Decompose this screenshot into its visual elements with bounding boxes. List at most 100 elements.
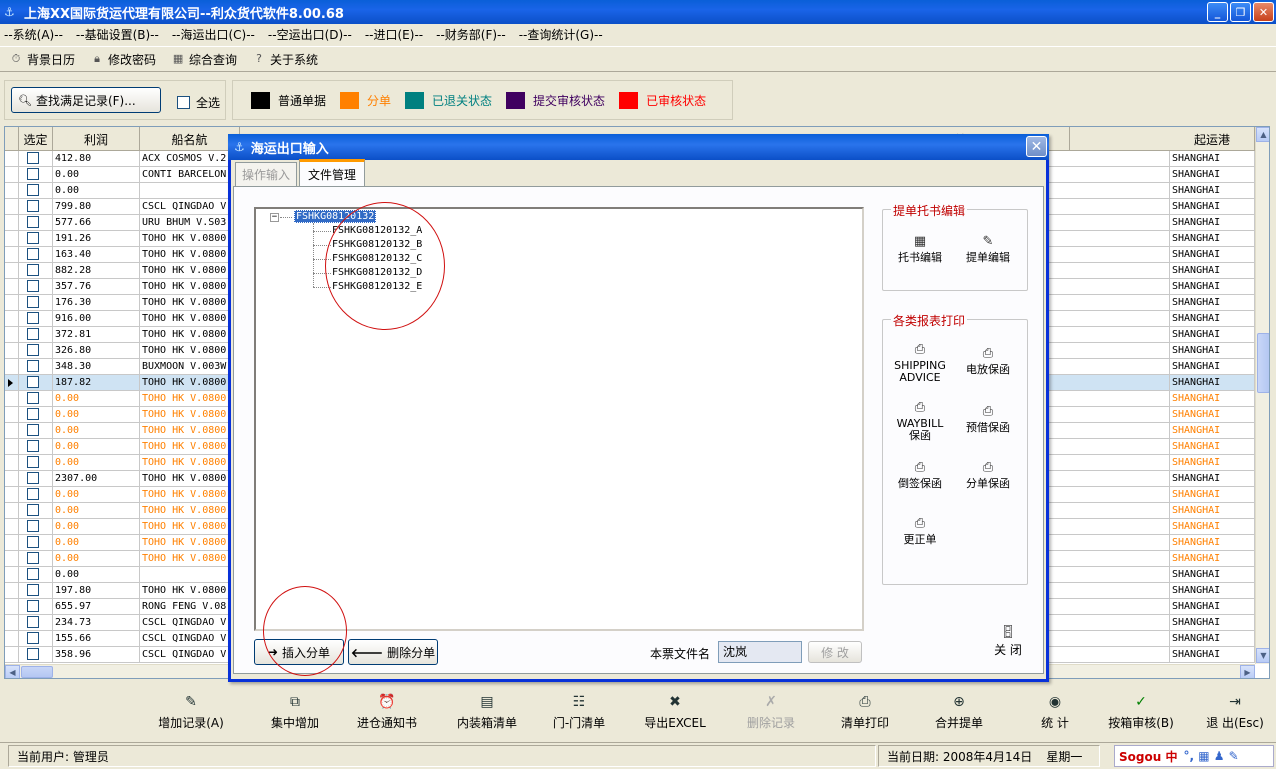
- row-checkbox[interactable]: [27, 296, 39, 308]
- bottom-stats-button[interactable]: ◉ 统 计: [1012, 688, 1098, 736]
- dialog-close-button[interactable]: ✕: [1026, 136, 1047, 157]
- col-ship[interactable]: 船名航: [140, 127, 240, 151]
- row-indicator: [5, 167, 19, 183]
- close-window-button[interactable]: ✕: [1253, 2, 1274, 22]
- profit-cell: 0.00: [53, 183, 140, 199]
- delete-house-bill-button[interactable]: 🡐 删除分单: [348, 639, 438, 665]
- row-checkbox[interactable]: [27, 200, 39, 212]
- bottom-add-record-button[interactable]: ✎ 增加记录(A): [148, 688, 234, 736]
- col-select[interactable]: 选定: [19, 127, 53, 151]
- row-checkbox[interactable]: [27, 344, 39, 356]
- row-checkbox[interactable]: [27, 472, 39, 484]
- row-checkbox[interactable]: [27, 552, 39, 564]
- menu-query-stats[interactable]: --查询统计(G)--: [519, 26, 603, 43]
- row-checkbox[interactable]: [27, 584, 39, 596]
- horizontal-scroll-thumb[interactable]: [21, 666, 53, 678]
- row-checkbox[interactable]: [27, 376, 39, 388]
- row-checkbox[interactable]: [27, 392, 39, 404]
- select-all[interactable]: 全选: [177, 94, 220, 111]
- row-checkbox[interactable]: [27, 168, 39, 180]
- advance-bill-button[interactable]: ⎙ 预借保函: [955, 405, 1021, 434]
- row-checkbox[interactable]: [27, 312, 39, 324]
- profit-cell: 326.80: [53, 343, 140, 359]
- row-checkbox[interactable]: [27, 184, 39, 196]
- backdate-guarantee-button[interactable]: ⎙ 倒签保函: [887, 461, 953, 490]
- menu-sea-export[interactable]: --海运出口(C)--: [172, 26, 255, 43]
- bottom-exit-button[interactable]: ⇥ 退 出(Esc): [1192, 688, 1276, 736]
- row-checkbox[interactable]: [27, 248, 39, 260]
- menu-import[interactable]: --进口(E)--: [365, 26, 423, 43]
- bottom-merge-button[interactable]: ⊕ 合并提单: [916, 688, 1002, 736]
- scroll-right-icon[interactable]: ▶: [1240, 665, 1255, 678]
- row-checkbox[interactable]: [27, 488, 39, 500]
- row-checkbox[interactable]: [27, 408, 39, 420]
- menu-basic-settings[interactable]: --基础设置(B)--: [76, 26, 159, 43]
- menu-system[interactable]: --系统(A)--: [4, 26, 63, 43]
- row-checkbox[interactable]: [27, 568, 39, 580]
- row-checkbox[interactable]: [27, 456, 39, 468]
- row-checkbox[interactable]: [27, 616, 39, 628]
- filename-field[interactable]: 沈岚: [718, 641, 802, 663]
- tab-file-management[interactable]: 文件管理: [299, 159, 365, 186]
- house-bill-guarantee-button[interactable]: ⎙ 分单保函: [955, 460, 1021, 490]
- port-cell: SHANGHAI: [1170, 631, 1255, 647]
- printer-icon: ⎙: [982, 460, 994, 475]
- row-checkbox[interactable]: [27, 648, 39, 660]
- telex-release-button[interactable]: ⎙ 电放保函: [955, 347, 1021, 376]
- profit-cell: 357.76: [53, 279, 140, 295]
- row-checkbox[interactable]: [27, 520, 39, 532]
- find-records-button[interactable]: 🔍︎ 查找满足记录(F)...: [11, 87, 161, 113]
- modify-button[interactable]: 修 改: [808, 641, 862, 663]
- row-checkbox[interactable]: [27, 504, 39, 516]
- filter-panel: 🔍︎ 查找满足记录(F)... 全选: [4, 80, 226, 120]
- bottom-batch-add-button[interactable]: ⧉ 集中增加: [252, 688, 338, 736]
- row-indicator: [5, 487, 19, 503]
- row-checkbox[interactable]: [27, 328, 39, 340]
- toolbar-query-button[interactable]: ▦ 综合查询: [170, 51, 237, 68]
- toolbar-change-password-button[interactable]: 🔒︎ 修改密码: [89, 51, 156, 68]
- row-checkbox[interactable]: [27, 360, 39, 372]
- menu-air-export[interactable]: --空运出口(D)--: [268, 26, 352, 43]
- select-all-checkbox[interactable]: [177, 96, 190, 109]
- row-checkbox[interactable]: [27, 632, 39, 644]
- toolbar-about-button[interactable]: ? 关于系统: [251, 51, 318, 68]
- vertical-scrollbar[interactable]: ▲ ▼: [1255, 127, 1269, 664]
- shipping-advice-button[interactable]: ⎙ SHIPPING ADVICE: [887, 343, 953, 384]
- row-checkbox[interactable]: [27, 216, 39, 228]
- bottom-delete-button[interactable]: ✗ 删除记录: [728, 688, 814, 736]
- vertical-scroll-thumb[interactable]: [1257, 333, 1269, 393]
- bottom-printer-button[interactable]: ⎙ 清单打印: [822, 688, 908, 736]
- scroll-left-icon[interactable]: ◀: [5, 665, 20, 678]
- row-checkbox[interactable]: [27, 600, 39, 612]
- row-checkbox[interactable]: [27, 536, 39, 548]
- row-checkbox[interactable]: [27, 424, 39, 436]
- dialog-close-action[interactable]: 🚪︎ 关 闭: [984, 625, 1032, 658]
- scroll-down-icon[interactable]: ▼: [1256, 648, 1269, 663]
- menu-finance[interactable]: --财务部(F)--: [436, 26, 506, 43]
- ship-cell: TOHO HK V.0800: [140, 455, 240, 471]
- maximize-button[interactable]: ❐: [1230, 2, 1251, 22]
- row-checkbox[interactable]: [27, 152, 39, 164]
- bottom-check-button[interactable]: ✓ 按箱审核(B): [1098, 688, 1184, 736]
- col-port[interactable]: 起运港: [1170, 127, 1255, 151]
- minimize-button[interactable]: _: [1207, 2, 1228, 22]
- row-indicator: [5, 311, 19, 327]
- bottom-excel-button[interactable]: ✖ 导出EXCEL: [632, 688, 718, 736]
- bottom-alarm-button[interactable]: ⏰ 进仓通知书: [344, 688, 430, 736]
- tab-operation-input[interactable]: 操作输入: [235, 162, 297, 186]
- scroll-up-icon[interactable]: ▲: [1256, 127, 1269, 142]
- bill-edit-button[interactable]: ✎ 提单编辑: [955, 235, 1021, 264]
- row-checkbox[interactable]: [27, 232, 39, 244]
- col-profit[interactable]: 利润: [53, 127, 140, 151]
- bottom-door-list-button[interactable]: ☷ 门-门清单: [536, 688, 622, 736]
- row-checkbox[interactable]: [27, 264, 39, 276]
- bottom-list-button[interactable]: ▤ 内装箱清单: [444, 688, 530, 736]
- correction-form-button[interactable]: ⎙ 更正单: [887, 517, 953, 546]
- tree-collapse-icon[interactable]: −: [270, 213, 279, 222]
- row-checkbox[interactable]: [27, 440, 39, 452]
- waybill-guarantee-button[interactable]: ⎙ WAYBILL 保函: [887, 401, 953, 442]
- row-checkbox[interactable]: [27, 280, 39, 292]
- toolbar-calendar-button[interactable]: ⏱ 背景日历: [8, 51, 75, 68]
- ime-toolbar[interactable]: Sogou 中 °, ▦ ♟ ✎: [1114, 745, 1274, 767]
- booking-edit-button[interactable]: ▦ 托书编辑: [887, 235, 953, 264]
